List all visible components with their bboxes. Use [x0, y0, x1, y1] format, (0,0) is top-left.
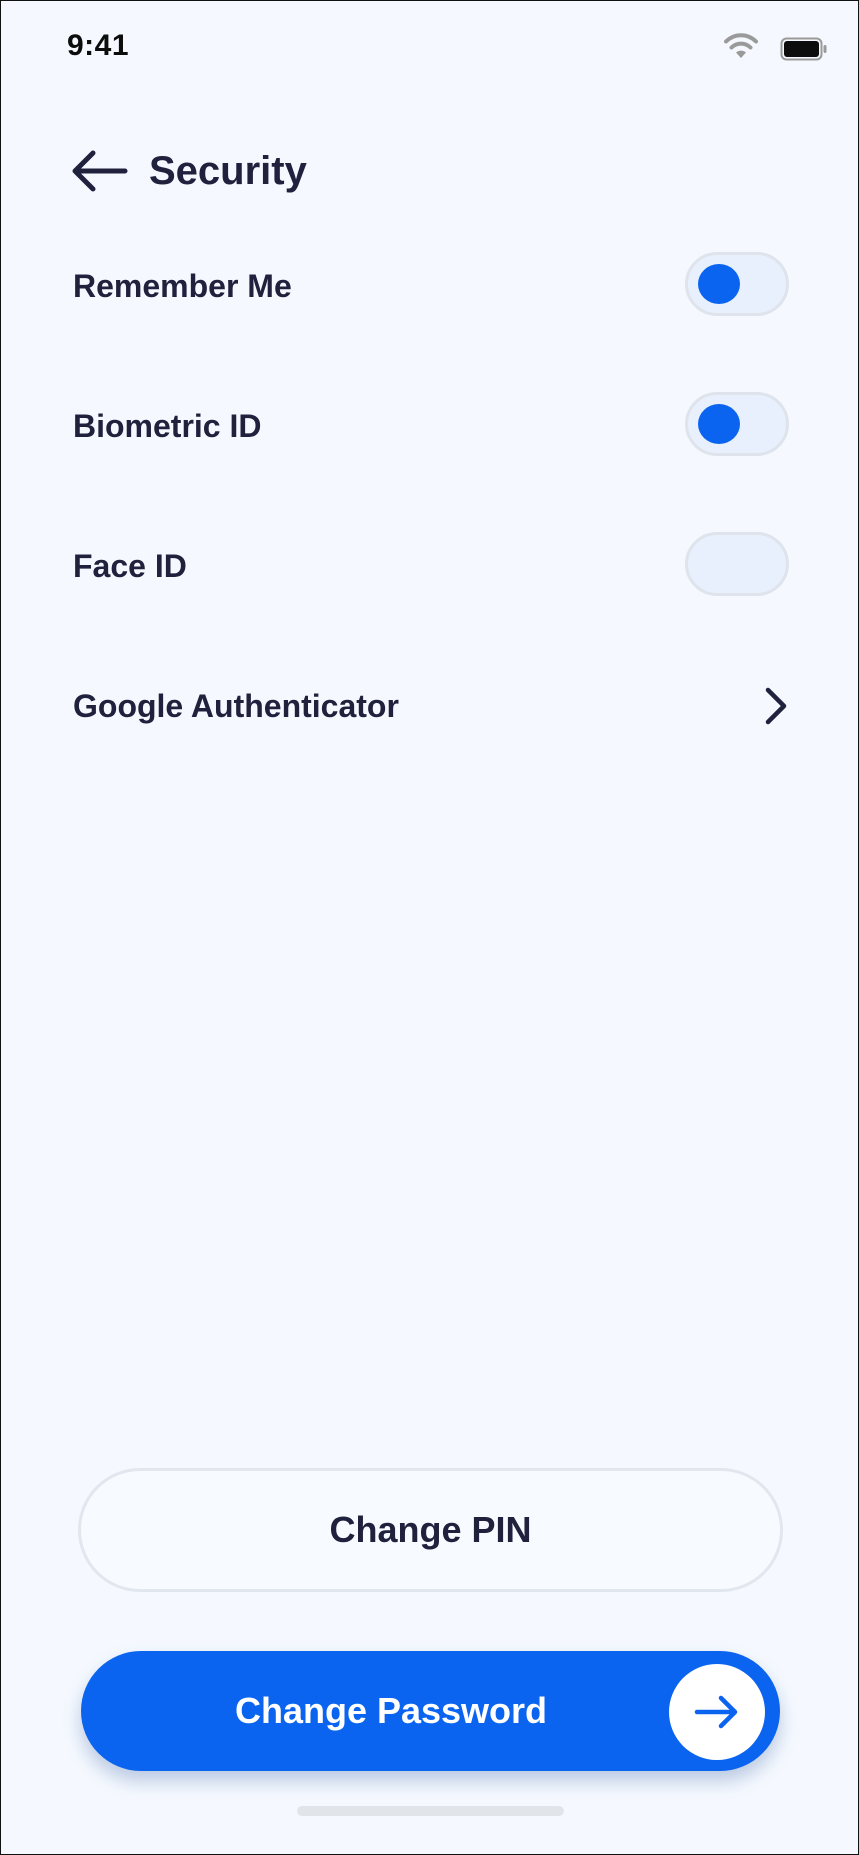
change-password-button[interactable]: Change Password: [81, 1651, 780, 1771]
phone-screen: 9:41 Security Remember Me Biometric ID F…: [0, 0, 859, 1855]
google-authenticator-label: Google Authenticator: [73, 688, 399, 724]
settings-row-face-id: Face ID: [73, 530, 793, 602]
toggle-knob: [698, 264, 740, 304]
toggle-knob: [698, 404, 740, 444]
remember-me-toggle[interactable]: [685, 252, 789, 316]
home-indicator: [297, 1806, 564, 1816]
status-time: 9:41: [67, 29, 130, 62]
settings-row-biometric-id: Biometric ID: [73, 390, 793, 462]
arrow-right-icon: [694, 1695, 738, 1729]
change-pin-button[interactable]: Change PIN: [78, 1468, 783, 1592]
arrow-left-icon: [72, 150, 128, 192]
wifi-icon: [724, 33, 758, 58]
biometric-id-label: Biometric ID: [73, 408, 262, 444]
settings-row-google-authenticator[interactable]: Google Authenticator: [73, 670, 793, 742]
page-title: Security: [149, 149, 307, 193]
change-password-label: Change Password: [234, 1690, 548, 1731]
face-id-toggle[interactable]: [685, 532, 789, 596]
battery-icon: [780, 37, 827, 61]
biometric-id-toggle[interactable]: [685, 392, 789, 456]
arrow-circle: [669, 1664, 765, 1760]
face-id-label: Face ID: [73, 548, 187, 584]
chevron-right-icon: [765, 687, 787, 725]
back-button[interactable]: [69, 146, 129, 196]
remember-me-label: Remember Me: [73, 268, 292, 304]
settings-row-remember-me: Remember Me: [73, 250, 793, 322]
